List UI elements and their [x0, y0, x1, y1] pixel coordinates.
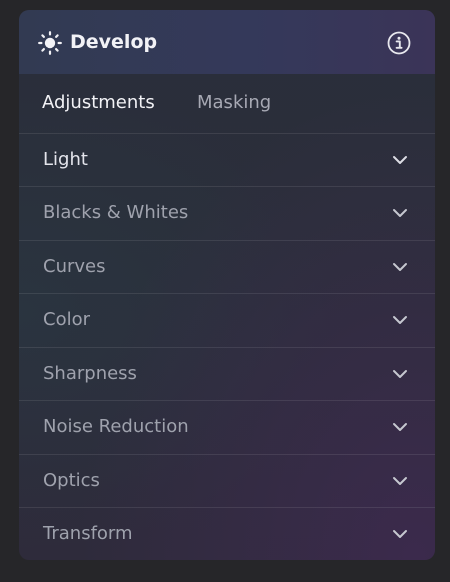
section-transform[interactable]: Transform — [19, 507, 435, 560]
info-icon[interactable] — [386, 30, 412, 56]
chevron-down-icon — [393, 477, 407, 485]
develop-panel: Develop Adjustments Masking Light Blacks… — [19, 10, 435, 560]
section-label: Blacks & Whites — [43, 202, 189, 223]
chevron-down-icon — [393, 316, 407, 324]
section-noise-reduction[interactable]: Noise Reduction — [19, 400, 435, 453]
chevron-down-icon — [393, 370, 407, 378]
section-color[interactable]: Color — [19, 293, 435, 346]
section-label: Noise Reduction — [43, 416, 189, 437]
tab-bar: Adjustments Masking — [19, 74, 435, 133]
section-label: Curves — [43, 256, 106, 277]
tab-masking[interactable]: Masking — [197, 90, 271, 116]
section-sharpness[interactable]: Sharpness — [19, 347, 435, 400]
section-label: Optics — [43, 470, 100, 491]
section-label: Transform — [43, 523, 133, 544]
tab-adjustments[interactable]: Adjustments — [42, 90, 155, 116]
section-label: Color — [43, 309, 90, 330]
section-label: Sharpness — [43, 363, 137, 384]
section-label: Light — [43, 149, 88, 170]
chevron-down-icon — [393, 530, 407, 538]
chevron-down-icon — [393, 209, 407, 217]
chevron-down-icon — [393, 423, 407, 431]
panel-title: Develop — [70, 31, 158, 53]
sun-icon — [38, 31, 62, 55]
section-curves[interactable]: Curves — [19, 240, 435, 293]
section-blacks-whites[interactable]: Blacks & Whites — [19, 186, 435, 239]
section-optics[interactable]: Optics — [19, 454, 435, 507]
chevron-down-icon — [393, 156, 407, 164]
section-light[interactable]: Light — [19, 133, 435, 186]
chevron-down-icon — [393, 263, 407, 271]
panel-header: Develop — [19, 10, 435, 74]
